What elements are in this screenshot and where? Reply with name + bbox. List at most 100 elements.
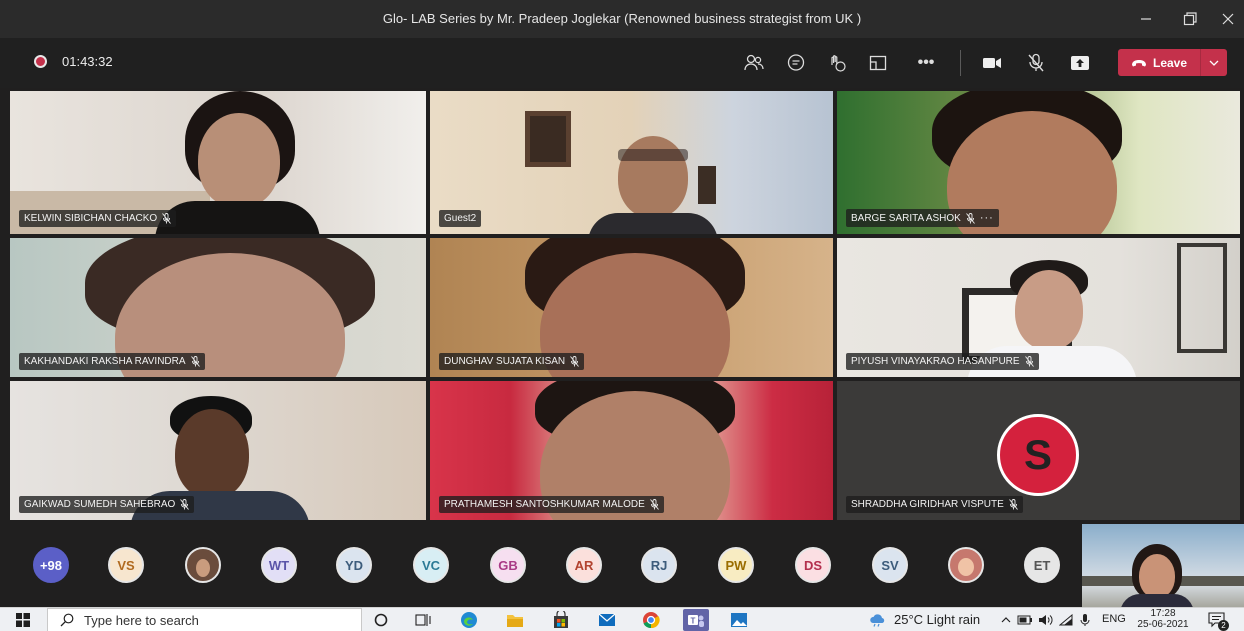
show-hidden-icons-button[interactable] <box>997 611 1015 629</box>
participant-name-label: GAIKWAD SUMEDH SAHEBRAO <box>19 496 195 513</box>
participant-name: BARGE SARITA ASHOK <box>851 212 961 224</box>
chevron-down-icon <box>1209 60 1219 66</box>
weather-widget-icon[interactable] <box>869 611 887 629</box>
store-app[interactable] <box>552 611 570 629</box>
participant-avatar-photo[interactable] <box>185 547 221 583</box>
input-language[interactable]: ENG <box>1102 613 1126 625</box>
more-actions-button[interactable]: ••• <box>911 48 941 78</box>
participant-avatar[interactable]: PW <box>718 547 754 583</box>
toolbar-divider <box>960 50 961 76</box>
clock[interactable]: 17:28 25-06-2021 <box>1136 608 1190 631</box>
speaker-icon <box>1039 615 1053 625</box>
participant-avatar-photo[interactable] <box>948 547 984 583</box>
video-tile[interactable]: BARGE SARITA ASHOK ··· <box>837 91 1240 234</box>
minimize-icon <box>1141 18 1151 20</box>
notifications-button[interactable]: 2 <box>1208 611 1229 631</box>
chat-button[interactable] <box>781 48 811 78</box>
battery-indicator[interactable] <box>1016 611 1034 629</box>
clock-time: 17:28 <box>1150 608 1176 619</box>
cloud-rain-icon <box>870 614 885 627</box>
meeting-toolbar: 01:43:32 ••• Leave <box>0 38 1244 88</box>
participant-avatar[interactable]: GB <box>490 547 526 583</box>
file-explorer-app[interactable] <box>506 611 524 629</box>
microphone-icon <box>1080 614 1090 626</box>
video-person-body <box>1120 594 1194 608</box>
notification-count-badge: 2 <box>1218 620 1229 631</box>
more-participants-button[interactable]: +98 <box>33 547 69 583</box>
participant-avatar[interactable]: VS <box>108 547 144 583</box>
mic-off-icon <box>1024 356 1034 367</box>
task-view-button[interactable] <box>414 611 432 629</box>
video-tile[interactable]: S SHRADDHA GIRIDHAR VISPUTE <box>837 381 1240 520</box>
participant-avatar[interactable]: AR <box>566 547 602 583</box>
video-tile[interactable]: KELWIN SIBICHAN CHACKO <box>10 91 426 234</box>
avatar-photo-face <box>196 559 210 577</box>
participant-name: DUNGHAV SUJATA KISAN <box>444 356 566 367</box>
start-button[interactable] <box>14 611 32 629</box>
raise-hand-icon <box>831 55 846 72</box>
teams-app[interactable]: T <box>683 609 709 631</box>
participant-avatar[interactable]: YD <box>336 547 372 583</box>
video-tile[interactable]: Guest2 <box>430 91 833 234</box>
chrome-app[interactable] <box>642 611 660 629</box>
video-tile[interactable]: PIYUSH VINAYAKRAO HASANPURE <box>837 238 1240 377</box>
maximize-button[interactable] <box>1172 5 1208 33</box>
video-person-face <box>175 409 249 499</box>
participant-avatar[interactable]: ET <box>1024 547 1060 583</box>
reactions-button[interactable] <box>822 48 852 78</box>
participant-name: GAIKWAD SUMEDH SAHEBRAO <box>24 499 176 510</box>
close-icon <box>1222 13 1234 25</box>
mic-off-icon <box>649 499 659 510</box>
participant-name-label: DUNGHAV SUJATA KISAN <box>439 353 585 370</box>
battery-icon <box>1017 615 1032 625</box>
leave-options-button[interactable] <box>1200 49 1227 76</box>
weather-text[interactable]: 25°C Light rain <box>894 612 980 627</box>
camera-button[interactable] <box>977 48 1007 78</box>
participant-name-label: KAKHANDAKI RAKSHA RAVINDRA <box>19 353 205 370</box>
participant-name: SHRADDHA GIRIDHAR VISPUTE <box>851 499 1004 510</box>
participant-name-label: PIYUSH VINAYAKRAO HASANPURE <box>846 353 1039 370</box>
edge-icon <box>461 612 477 628</box>
participant-name: KELWIN SIBICHAN CHACKO <box>24 213 158 224</box>
video-person-body <box>155 201 320 234</box>
participant-avatar[interactable]: VC <box>413 547 449 583</box>
participant-name: KAKHANDAKI RAKSHA RAVINDRA <box>24 356 186 367</box>
share-button[interactable] <box>1065 48 1095 78</box>
edge-app[interactable] <box>460 611 478 629</box>
participants-button[interactable] <box>739 48 769 78</box>
video-tile[interactable]: GAIKWAD SUMEDH SAHEBRAO <box>10 381 426 520</box>
microphone-in-use[interactable] <box>1076 611 1094 629</box>
video-tile[interactable]: DUNGHAV SUJATA KISAN <box>430 238 833 377</box>
cortana-button[interactable] <box>372 611 390 629</box>
participant-avatar[interactable]: SV <box>872 547 908 583</box>
video-tile[interactable]: KAKHANDAKI RAKSHA RAVINDRA <box>10 238 426 377</box>
minimize-button[interactable] <box>1128 5 1164 33</box>
search-icon <box>60 613 74 627</box>
volume-control[interactable] <box>1037 611 1055 629</box>
search-placeholder: Type here to search <box>84 612 199 628</box>
video-tile[interactable]: PRATHAMESH SANTOSHKUMAR MALODE <box>430 381 833 520</box>
store-icon <box>554 611 568 628</box>
photos-app[interactable] <box>730 611 748 629</box>
mic-button[interactable] <box>1021 48 1051 78</box>
tile-more-options-icon[interactable]: ··· <box>980 212 994 224</box>
video-background <box>698 166 716 204</box>
network-indicator[interactable] <box>1057 611 1075 629</box>
mic-off-icon <box>966 212 975 224</box>
self-view-video[interactable] <box>1082 524 1244 608</box>
participant-avatar[interactable]: WT <box>261 547 297 583</box>
leave-button[interactable]: Leave <box>1118 49 1200 76</box>
chevron-up-icon <box>1001 617 1011 623</box>
close-button[interactable] <box>1210 5 1244 33</box>
participant-name: PRATHAMESH SANTOSHKUMAR MALODE <box>444 499 645 510</box>
breakout-rooms-icon <box>869 55 887 71</box>
rooms-button[interactable] <box>863 48 893 78</box>
participant-avatar[interactable]: RJ <box>641 547 677 583</box>
participant-avatar[interactable]: DS <box>795 547 831 583</box>
mic-off-icon <box>162 213 172 224</box>
mic-off-icon <box>180 499 190 510</box>
taskbar-search[interactable]: Type here to search <box>47 608 362 631</box>
more-icon: ••• <box>917 54 935 71</box>
mail-app[interactable] <box>598 611 616 629</box>
teams-meeting-window: Glo- LAB Series by Mr. Pradeep Joglekar … <box>0 0 1244 631</box>
